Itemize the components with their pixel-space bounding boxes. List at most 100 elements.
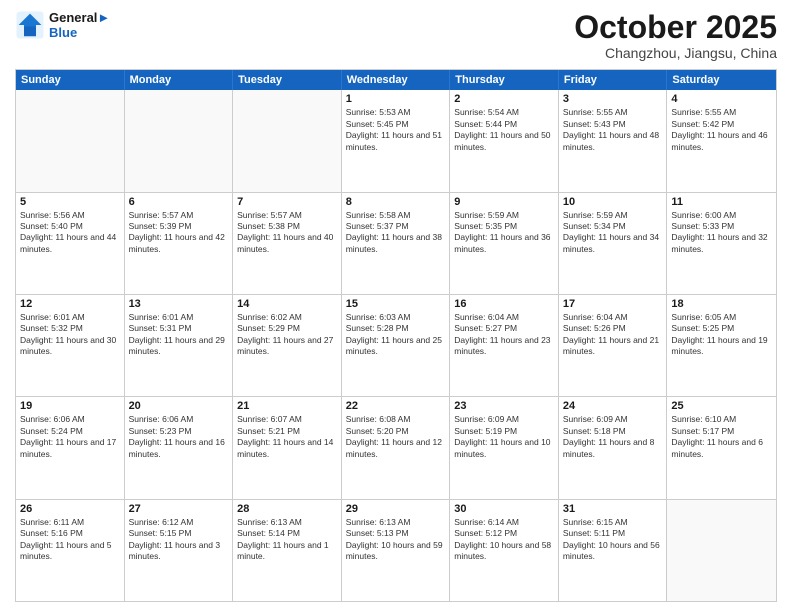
calendar-cell-4-1: 27 Sunrise: 6:12 AMSunset: 5:15 PMDaylig… (125, 500, 234, 601)
header-thursday: Thursday (450, 70, 559, 90)
day-number: 19 (20, 400, 120, 412)
calendar-cell-1-1: 6 Sunrise: 5:57 AMSunset: 5:39 PMDayligh… (125, 193, 234, 294)
calendar: Sunday Monday Tuesday Wednesday Thursday… (15, 69, 777, 602)
calendar-cell-2-2: 14 Sunrise: 6:02 AMSunset: 5:29 PMDaylig… (233, 295, 342, 396)
cell-info: Sunrise: 6:07 AMSunset: 5:21 PMDaylight:… (237, 414, 333, 458)
cell-info: Sunrise: 5:59 AMSunset: 5:35 PMDaylight:… (454, 210, 550, 254)
calendar-row-3: 19 Sunrise: 6:06 AMSunset: 5:24 PMDaylig… (16, 397, 776, 499)
calendar-cell-4-4: 30 Sunrise: 6:14 AMSunset: 5:12 PMDaylig… (450, 500, 559, 601)
calendar-body: 1 Sunrise: 5:53 AMSunset: 5:45 PMDayligh… (16, 90, 776, 601)
day-number: 24 (563, 400, 663, 412)
cell-info: Sunrise: 6:13 AMSunset: 5:14 PMDaylight:… (237, 517, 329, 561)
day-number: 31 (563, 503, 663, 515)
header-tuesday: Tuesday (233, 70, 342, 90)
day-number: 28 (237, 503, 337, 515)
calendar-cell-3-3: 22 Sunrise: 6:08 AMSunset: 5:20 PMDaylig… (342, 397, 451, 498)
cell-info: Sunrise: 6:03 AMSunset: 5:28 PMDaylight:… (346, 312, 442, 356)
calendar-cell-2-0: 12 Sunrise: 6:01 AMSunset: 5:32 PMDaylig… (16, 295, 125, 396)
calendar-cell-4-5: 31 Sunrise: 6:15 AMSunset: 5:11 PMDaylig… (559, 500, 668, 601)
header: General► Blue October 2025 Changzhou, Ji… (15, 10, 777, 61)
day-number: 23 (454, 400, 554, 412)
calendar-cell-1-3: 8 Sunrise: 5:58 AMSunset: 5:37 PMDayligh… (342, 193, 451, 294)
day-number: 22 (346, 400, 446, 412)
day-number: 9 (454, 196, 554, 208)
day-number: 20 (129, 400, 229, 412)
cell-info: Sunrise: 6:05 AMSunset: 5:25 PMDaylight:… (671, 312, 767, 356)
title-block: October 2025 Changzhou, Jiangsu, China (574, 10, 777, 61)
cell-info: Sunrise: 6:01 AMSunset: 5:31 PMDaylight:… (129, 312, 225, 356)
cell-info: Sunrise: 6:13 AMSunset: 5:13 PMDaylight:… (346, 517, 443, 561)
day-number: 11 (671, 196, 772, 208)
calendar-cell-2-4: 16 Sunrise: 6:04 AMSunset: 5:27 PMDaylig… (450, 295, 559, 396)
calendar-cell-3-6: 25 Sunrise: 6:10 AMSunset: 5:17 PMDaylig… (667, 397, 776, 498)
calendar-cell-1-2: 7 Sunrise: 5:57 AMSunset: 5:38 PMDayligh… (233, 193, 342, 294)
cell-info: Sunrise: 5:57 AMSunset: 5:38 PMDaylight:… (237, 210, 333, 254)
calendar-cell-4-6 (667, 500, 776, 601)
page: General► Blue October 2025 Changzhou, Ji… (0, 0, 792, 612)
calendar-header: Sunday Monday Tuesday Wednesday Thursday… (16, 70, 776, 90)
cell-info: Sunrise: 6:01 AMSunset: 5:32 PMDaylight:… (20, 312, 116, 356)
cell-info: Sunrise: 5:55 AMSunset: 5:43 PMDaylight:… (563, 107, 659, 151)
cell-info: Sunrise: 6:09 AMSunset: 5:18 PMDaylight:… (563, 414, 655, 458)
cell-info: Sunrise: 6:14 AMSunset: 5:12 PMDaylight:… (454, 517, 551, 561)
day-number: 7 (237, 196, 337, 208)
location: Changzhou, Jiangsu, China (574, 45, 777, 61)
cell-info: Sunrise: 5:59 AMSunset: 5:34 PMDaylight:… (563, 210, 659, 254)
day-number: 13 (129, 298, 229, 310)
calendar-cell-0-5: 3 Sunrise: 5:55 AMSunset: 5:43 PMDayligh… (559, 90, 668, 191)
calendar-row-4: 26 Sunrise: 6:11 AMSunset: 5:16 PMDaylig… (16, 500, 776, 601)
cell-info: Sunrise: 6:11 AMSunset: 5:16 PMDaylight:… (20, 517, 112, 561)
calendar-cell-0-6: 4 Sunrise: 5:55 AMSunset: 5:42 PMDayligh… (667, 90, 776, 191)
calendar-cell-0-2 (233, 90, 342, 191)
calendar-cell-4-2: 28 Sunrise: 6:13 AMSunset: 5:14 PMDaylig… (233, 500, 342, 601)
day-number: 1 (346, 93, 446, 105)
day-number: 8 (346, 196, 446, 208)
calendar-cell-1-4: 9 Sunrise: 5:59 AMSunset: 5:35 PMDayligh… (450, 193, 559, 294)
day-number: 26 (20, 503, 120, 515)
calendar-cell-2-3: 15 Sunrise: 6:03 AMSunset: 5:28 PMDaylig… (342, 295, 451, 396)
day-number: 14 (237, 298, 337, 310)
day-number: 10 (563, 196, 663, 208)
cell-info: Sunrise: 6:12 AMSunset: 5:15 PMDaylight:… (129, 517, 221, 561)
cell-info: Sunrise: 6:10 AMSunset: 5:17 PMDaylight:… (671, 414, 763, 458)
cell-info: Sunrise: 6:04 AMSunset: 5:27 PMDaylight:… (454, 312, 550, 356)
calendar-cell-0-4: 2 Sunrise: 5:54 AMSunset: 5:44 PMDayligh… (450, 90, 559, 191)
cell-info: Sunrise: 6:09 AMSunset: 5:19 PMDaylight:… (454, 414, 550, 458)
header-friday: Friday (559, 70, 668, 90)
header-wednesday: Wednesday (342, 70, 451, 90)
header-monday: Monday (125, 70, 234, 90)
calendar-cell-2-6: 18 Sunrise: 6:05 AMSunset: 5:25 PMDaylig… (667, 295, 776, 396)
cell-info: Sunrise: 5:54 AMSunset: 5:44 PMDaylight:… (454, 107, 550, 151)
header-sunday: Sunday (16, 70, 125, 90)
cell-info: Sunrise: 5:55 AMSunset: 5:42 PMDaylight:… (671, 107, 767, 151)
day-number: 29 (346, 503, 446, 515)
cell-info: Sunrise: 6:00 AMSunset: 5:33 PMDaylight:… (671, 210, 767, 254)
calendar-cell-2-1: 13 Sunrise: 6:01 AMSunset: 5:31 PMDaylig… (125, 295, 234, 396)
calendar-cell-1-5: 10 Sunrise: 5:59 AMSunset: 5:34 PMDaylig… (559, 193, 668, 294)
cell-info: Sunrise: 5:58 AMSunset: 5:37 PMDaylight:… (346, 210, 442, 254)
calendar-cell-0-1 (125, 90, 234, 191)
calendar-cell-3-0: 19 Sunrise: 6:06 AMSunset: 5:24 PMDaylig… (16, 397, 125, 498)
cell-info: Sunrise: 6:02 AMSunset: 5:29 PMDaylight:… (237, 312, 333, 356)
day-number: 30 (454, 503, 554, 515)
day-number: 25 (671, 400, 772, 412)
calendar-cell-0-0 (16, 90, 125, 191)
calendar-cell-3-1: 20 Sunrise: 6:06 AMSunset: 5:23 PMDaylig… (125, 397, 234, 498)
day-number: 15 (346, 298, 446, 310)
day-number: 12 (20, 298, 120, 310)
calendar-cell-1-0: 5 Sunrise: 5:56 AMSunset: 5:40 PMDayligh… (16, 193, 125, 294)
day-number: 17 (563, 298, 663, 310)
calendar-row-0: 1 Sunrise: 5:53 AMSunset: 5:45 PMDayligh… (16, 90, 776, 192)
day-number: 5 (20, 196, 120, 208)
month-title: October 2025 (574, 10, 777, 45)
logo-icon (15, 10, 45, 40)
calendar-cell-4-0: 26 Sunrise: 6:11 AMSunset: 5:16 PMDaylig… (16, 500, 125, 601)
day-number: 4 (671, 93, 772, 105)
cell-info: Sunrise: 6:06 AMSunset: 5:24 PMDaylight:… (20, 414, 116, 458)
day-number: 27 (129, 503, 229, 515)
calendar-cell-3-5: 24 Sunrise: 6:09 AMSunset: 5:18 PMDaylig… (559, 397, 668, 498)
logo-text: General► Blue (49, 10, 110, 40)
calendar-cell-1-6: 11 Sunrise: 6:00 AMSunset: 5:33 PMDaylig… (667, 193, 776, 294)
cell-info: Sunrise: 5:56 AMSunset: 5:40 PMDaylight:… (20, 210, 116, 254)
cell-info: Sunrise: 5:53 AMSunset: 5:45 PMDaylight:… (346, 107, 442, 151)
